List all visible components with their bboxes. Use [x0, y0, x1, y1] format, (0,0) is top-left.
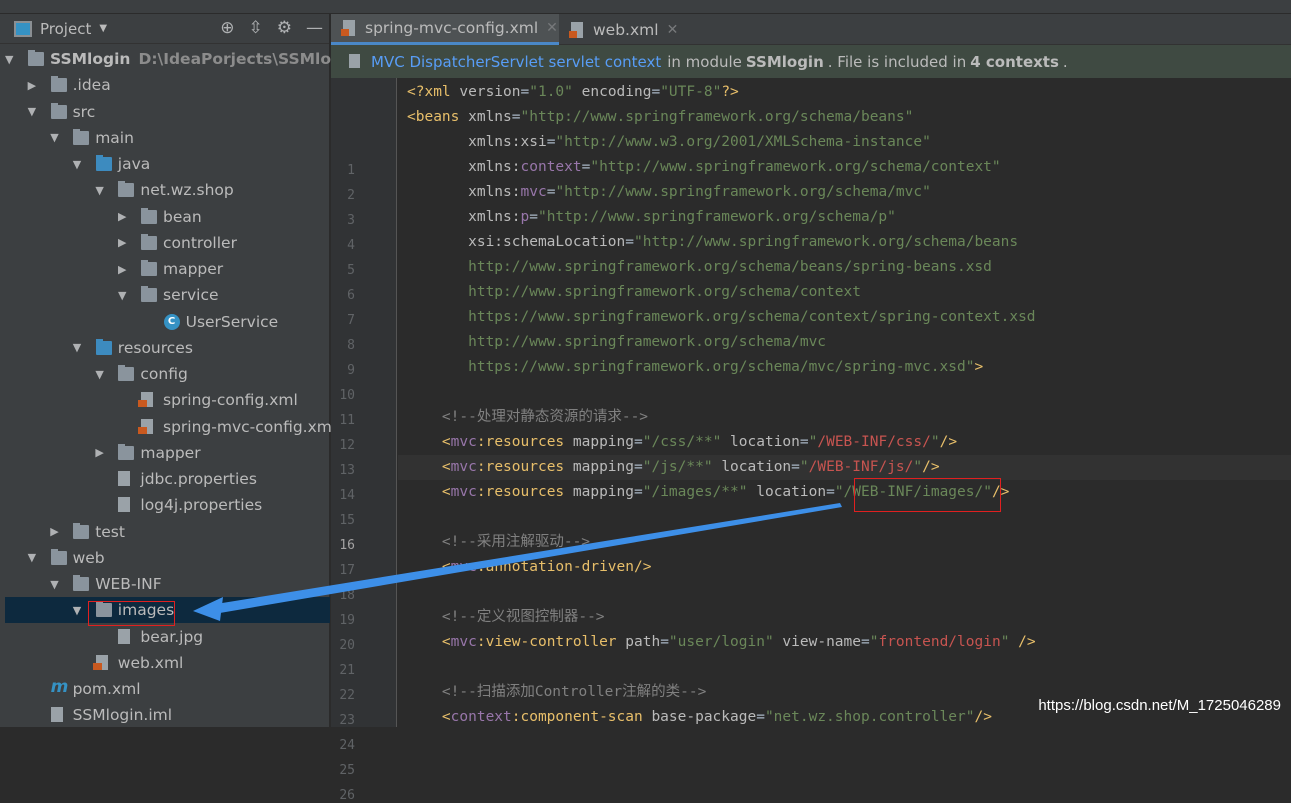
- line-number: 24: [339, 738, 355, 753]
- annotation-arrow-shaft: [214, 503, 842, 614]
- annotation-arrow-head: [193, 597, 223, 621]
- annotation-arrow: [193, 503, 842, 621]
- watermark: https://blog.csdn.net/M_1725046289: [1038, 697, 1281, 714]
- line-number: 26: [339, 788, 355, 803]
- line-number: 25: [339, 763, 355, 778]
